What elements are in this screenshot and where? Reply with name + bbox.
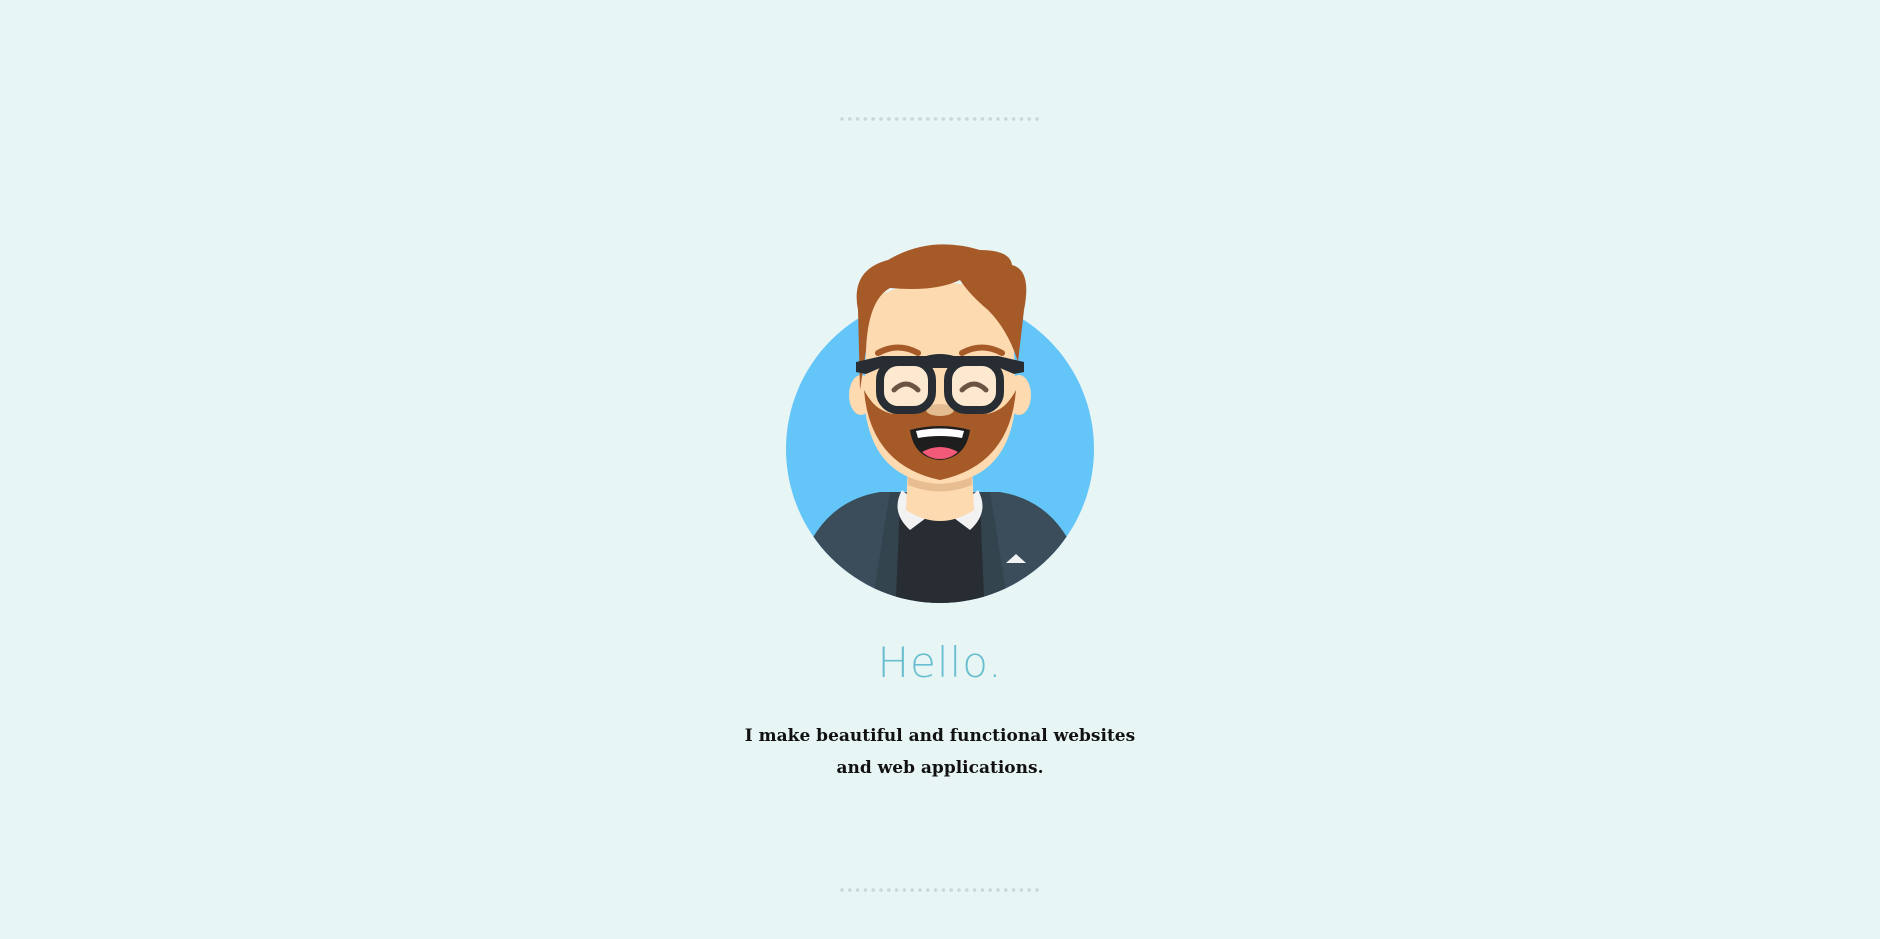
hero-greeting: Hello. bbox=[877, 638, 1003, 687]
avatar bbox=[786, 244, 1094, 603]
hero-tagline: I make beautiful and functional websites… bbox=[744, 726, 1136, 778]
dotted-divider-top bbox=[840, 117, 1039, 121]
dotted-divider-bottom bbox=[840, 888, 1039, 892]
